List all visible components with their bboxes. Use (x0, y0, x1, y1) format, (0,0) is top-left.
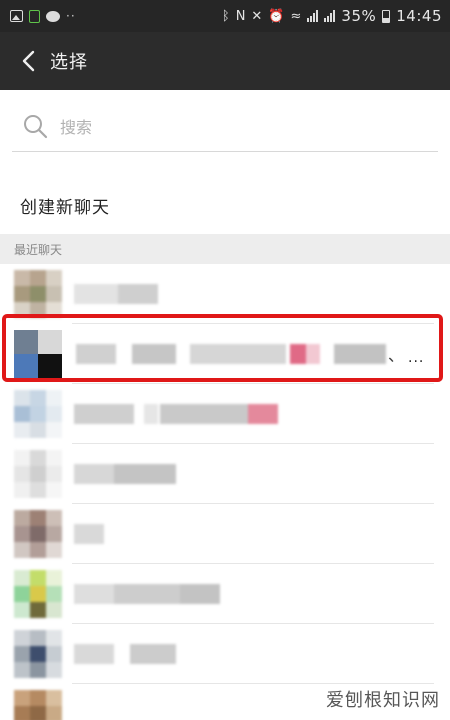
status-time: 14:45 (396, 7, 442, 25)
recent-chat-list: 、 ... (0, 264, 450, 720)
create-new-chat-button[interactable]: 创建新聊天 (0, 176, 450, 234)
avatar (14, 570, 62, 618)
create-new-chat-label: 创建新聊天 (20, 197, 110, 218)
chat-row[interactable] (0, 444, 450, 504)
header: 选择 (0, 32, 450, 90)
bluetooth-icon: ᛒ (221, 8, 230, 24)
avatar (14, 390, 62, 438)
chevron-left-icon (22, 50, 35, 72)
status-bar-right: ᛒ N ✕ ⏰ ≈ 35% 14:45 (222, 7, 442, 25)
name-mosaic (74, 284, 158, 304)
nfc-icon: N (235, 8, 246, 24)
alarm-icon: ⏰ (268, 8, 285, 24)
chat-row[interactable] (0, 384, 450, 444)
chat-row[interactable] (0, 564, 450, 624)
chat-row[interactable] (0, 264, 450, 324)
search-input[interactable] (60, 118, 400, 137)
back-button[interactable] (16, 46, 40, 76)
search-bar (0, 90, 450, 176)
battery-icon (382, 9, 391, 23)
chat-row-highlighted[interactable]: 、 ... (0, 324, 450, 384)
name-mosaic (74, 524, 104, 544)
avatar (14, 270, 62, 318)
search-box[interactable] (12, 104, 438, 152)
chat-row[interactable] (0, 504, 450, 564)
mute-icon: ✕ (251, 8, 263, 24)
search-icon (22, 113, 48, 143)
name-overflow: ... (408, 350, 425, 366)
wifi-icon: ≈ (290, 8, 302, 24)
recent-chats-header: 最近聊天 (0, 234, 450, 264)
signal-icon-2 (324, 10, 336, 22)
name-mosaic (74, 464, 176, 484)
status-bar-left: ·· (10, 9, 76, 23)
gallery-icon (10, 10, 23, 22)
name-mosaic (74, 584, 220, 604)
signal-icon (307, 10, 319, 22)
page-title: 选择 (50, 52, 88, 73)
chat-row[interactable] (0, 624, 450, 684)
watermark: 爱刨根知识网 (326, 690, 440, 711)
lock-icon (29, 9, 40, 23)
name-separator: 、 (388, 346, 405, 365)
name-mosaic (74, 404, 278, 424)
recent-chats-label: 最近聊天 (14, 242, 63, 257)
name-mosaic (76, 344, 386, 364)
wechat-icon (46, 10, 60, 22)
battery-percent: 35% (341, 7, 377, 25)
avatar (14, 330, 62, 378)
more-notifications-icon: ·· (66, 9, 76, 23)
avatar (14, 510, 62, 558)
avatar (14, 630, 62, 678)
avatar (14, 690, 62, 720)
status-bar: ·· ᛒ N ✕ ⏰ ≈ 35% 14:45 (0, 0, 450, 32)
name-mosaic (74, 644, 176, 664)
avatar (14, 450, 62, 498)
